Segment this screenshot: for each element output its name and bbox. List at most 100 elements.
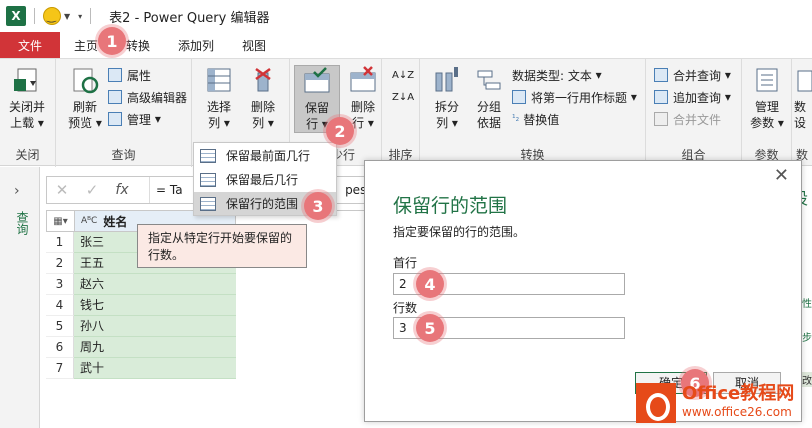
text-type-icon[interactable]: AᴮC [81,216,97,226]
step-badge-3: 3 [304,192,332,220]
menu-item-keep-top-rows[interactable]: 保留最前面几行 [194,144,336,167]
name-cell[interactable]: 孙八 [74,316,236,337]
row-number: 2 [46,253,74,274]
group-close: 关闭并 上载 ▾ 关闭 [0,59,56,167]
row-number: 4 [46,295,74,316]
cancel-formula-icon[interactable]: ✕ [47,181,77,199]
row-number: 6 [46,337,74,358]
group-by-button[interactable]: 分组 依据 [466,65,512,131]
split-column-icon [432,65,462,95]
properties-button[interactable]: 属性 [108,65,151,85]
select-columns-label-2: 列 ▾ [208,116,230,130]
menu-item-keep-bottom-rows[interactable]: 保留最后几行 [194,168,336,191]
name-cell[interactable]: 周九 [74,337,236,358]
select-columns-button[interactable]: 选择 列 ▾ [196,65,242,131]
merge-queries-icon [654,68,668,82]
tab-file[interactable]: 文件 [0,32,60,58]
title-separator [34,8,35,24]
properties-icon [108,68,122,82]
table-row[interactable]: 5 孙八 [46,316,236,337]
table-menu-icon[interactable]: ▦▾ [47,211,75,231]
office-logo-icon [636,383,676,423]
quick-access-dropdown-icon[interactable]: ▾ [78,12,82,21]
close-and-load-label-1: 关闭并 [8,100,45,114]
smiley-dropdown-icon[interactable]: ▼ [64,12,70,21]
excel-logo-icon: X [6,6,26,26]
sort-ascending-icon[interactable]: A↓Z [392,65,414,85]
group-by-label-1: 分组 [476,100,501,114]
manage-parameters-button[interactable]: 管理 参数 ▾ [744,65,790,131]
tab-add-column[interactable]: 添加列 [164,32,228,58]
remove-columns-button[interactable]: 删除 列 ▾ [240,65,286,131]
tab-view[interactable]: 视图 [228,32,280,58]
data-type-dropdown[interactable]: 数据类型: 文本 ▾ [512,65,602,85]
data-source-label-2: 设 [794,116,807,130]
merge-queries-button[interactable]: 合并查询 ▾ [654,65,731,85]
step-badge-5: 5 [416,314,444,342]
dialog-title: 保留行的范围 [393,195,508,217]
advanced-editor-icon [108,90,122,104]
manage-button[interactable]: 管理 ▾ [108,109,161,129]
window-title: 表2 - Power Query 编辑器 [109,10,270,26]
row-number: 3 [46,274,74,295]
step-badge-4: 4 [416,270,444,298]
dialog-close-icon[interactable]: ✕ [774,165,789,186]
manage-parameters-label-1: 管理 [754,100,779,114]
advanced-editor-button[interactable]: 高级编辑器 [108,87,187,107]
combine-files-button[interactable]: 合并文件 [654,109,721,129]
table-row[interactable]: 7 武十 [46,358,236,379]
row-number: 5 [46,316,74,337]
fx-icon[interactable]: fx [107,182,137,198]
split-column-label-2: 列 ▾ [436,116,458,130]
expand-queries-chevron-icon[interactable]: › [14,183,20,199]
data-source-icon [794,65,812,95]
group-label-close: 关闭 [15,148,40,162]
first-row-label: 首行 [393,256,418,270]
data-source-label-1: 数 [794,100,807,114]
use-first-row-as-headers-button[interactable]: 将第一行用作标题 ▾ [512,87,637,107]
table-row[interactable]: 4 钱七 [46,295,236,316]
row-count-label: 行数 [393,301,418,315]
queries-pane-label[interactable]: 查询 [14,211,31,235]
close-and-load-button[interactable]: 关闭并 上载 ▾ [4,65,50,131]
table-row[interactable]: 3 赵六 [46,274,236,295]
group-parameters: 管理 参数 ▾ 参数 [742,59,792,167]
remove-columns-label-1: 删除 [250,100,275,114]
confirm-formula-icon[interactable]: ✓ [77,181,107,199]
name-cell[interactable]: 钱七 [74,295,236,316]
keep-range-tooltip: 指定从特定行开始要保留的行数。 [137,224,307,268]
queries-pane-collapsed: › 查询 [0,167,40,428]
office26-watermark: Office教程网 www.office26.com [636,378,812,428]
feedback-smiley-icon[interactable] [43,7,61,25]
manage-icon [108,112,122,126]
replace-values-button[interactable]: ¹₂ 替换值 [512,109,559,129]
refresh-preview-button[interactable]: 刷新 预览 ▾ [62,65,108,131]
group-query: 刷新 预览 ▾ 属性 高级编辑器 管理 ▾ 查询 [56,59,192,167]
table-row[interactable]: 6 周九 [46,337,236,358]
remove-columns-icon [248,65,278,95]
group-transform: 拆分 列 ▾ 分组 依据 数据类型: 文本 ▾ 将第一行用作标题 ▾ ¹₂ 替换值… [420,59,646,167]
step-badge-2: 2 [326,117,354,145]
data-source-button[interactable]: 数 设 [794,65,812,131]
append-queries-icon [654,90,668,104]
watermark-main-text: Office教程网 [682,383,795,404]
replace-values-icon: ¹₂ [512,114,520,124]
close-and-load-icon [12,65,42,95]
watermark-url-text: www.office26.com [682,405,792,419]
name-cell[interactable]: 武十 [74,358,236,379]
refresh-label-1: 刷新 [72,100,97,114]
group-by-icon [474,65,504,95]
manage-parameters-label-2: 参数 ▾ [750,116,784,130]
sort-descending-icon[interactable]: Z↓A [392,87,414,107]
keep-rows-label-1: 保留 [304,101,329,115]
ribbon: 关闭并 上载 ▾ 关闭 刷新 预览 ▾ 属性 高级编辑器 管理 ▾ 查询 选择 … [0,58,812,167]
remove-columns-label-2: 列 ▾ [252,116,274,130]
manage-parameters-icon [752,65,782,95]
append-queries-button[interactable]: 追加查询 ▾ [654,87,731,107]
keep-bottom-rows-icon [200,172,216,187]
title-bar: X ▼ ▾ 表2 - Power Query 编辑器 [0,0,812,32]
formula-text[interactable]: = Ta [149,177,183,203]
name-cell[interactable]: 赵六 [74,274,236,295]
group-combine: 合并查询 ▾ 追加查询 ▾ 合并文件 组合 [646,59,742,167]
split-column-button[interactable]: 拆分 列 ▾ [424,65,470,131]
